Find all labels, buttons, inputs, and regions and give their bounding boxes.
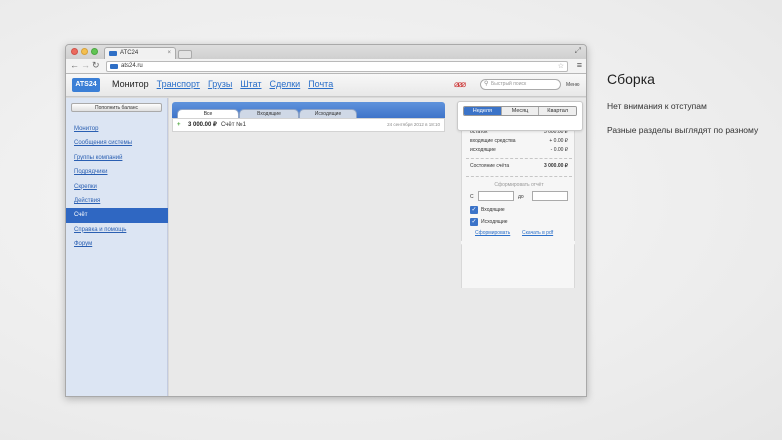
tab-outgoing[interactable]: Исходящие [299,109,357,118]
bookmark-star-icon[interactable]: ☆ [558,62,564,71]
divider [466,158,572,159]
sidebar-item-system-messages[interactable]: Сообщения системы [66,136,168,150]
slide-title: Сборка [607,71,655,87]
sidebar-item-account[interactable]: Счёт [66,208,168,223]
browser-toolbar: ← → ↻ ats24.ru ☆ ≡ [66,59,586,74]
app-menu-button[interactable]: Меню [566,82,580,88]
incoming-checkbox-label: Входящие [481,207,505,213]
transactions-tabs: Все Входящие Исходящие [172,102,445,118]
period-selector: Неделя Месяц Квартал [463,106,577,116]
generate-report-link[interactable]: Сформировать [475,230,510,236]
tab-all[interactable]: Все [177,109,239,118]
browser-tab[interactable]: ATC24 × [104,47,176,59]
sidebar-item-forum[interactable]: Форум [66,237,168,251]
nav-cargo[interactable]: Грузы [208,79,232,89]
balance-row: Состояние счёта 3 000.00 ₽ [470,163,568,169]
period-quarter[interactable]: Квартал [538,107,576,115]
date-to-label: до [518,194,524,200]
app-header: ATS24 Монитор Транспорт Грузы Штат Сделк… [66,74,586,97]
address-bar[interactable]: ats24.ru ☆ [106,61,568,72]
top-navigation: Монитор Транспорт Грузы Штат Сделки Почт… [112,79,333,89]
nav-transport[interactable]: Транспорт [157,79,200,89]
sidebar-item-monitor[interactable]: Монитор [66,122,168,136]
sidebar-item-help[interactable]: Справка и помощь [66,223,168,237]
tab-incoming[interactable]: Входящие [239,109,299,118]
sidebar-item-contractors[interactable]: Подрядчики [66,165,168,179]
address-url: ats24.ru [121,63,143,69]
forward-arrow-icon[interactable]: → [81,60,90,70]
download-pdf-link[interactable]: Скачать в pdf [522,230,553,236]
paperclip-icon[interactable]: ⌀⌀⌀ [454,79,466,90]
balance-value: 3 000.00 ₽ [543,163,568,169]
divider [466,176,572,177]
close-window-button[interactable] [71,48,78,55]
favicon-icon [109,51,117,56]
period-month[interactable]: Месяц [500,107,539,115]
torn-edge [461,241,575,246]
transaction-date: 24 сентября 2012 в 18:10 [387,122,440,127]
summary-label: исходящие [470,147,496,153]
nav-monitor[interactable]: Монитор [112,79,149,89]
tab-close-icon[interactable]: × [167,48,171,59]
date-to-input[interactable] [532,191,568,201]
reload-icon[interactable]: ↻ [92,60,100,71]
slide-note-spacing: Нет внимания к отступам [607,101,707,111]
nav-deals[interactable]: Сделки [270,79,301,89]
outgoing-checkbox-label: Исходящие [481,219,508,225]
sidebar-list: Монитор Сообщения системы Группы компани… [66,122,168,252]
search-icon: ⚲ [484,81,489,87]
nav-mail[interactable]: Почта [308,79,333,89]
app-logo[interactable]: ATS24 [72,78,100,92]
report-label: Сформировать отчёт [494,182,544,188]
income-sign: + [177,122,181,128]
summary-row: входящие средства + 0.00 ₽ [470,138,568,144]
sidebar-item-company-groups[interactable]: Группы компаний [66,151,168,165]
transaction-row[interactable]: + 3 000.00 ₽ Счёт №1 24 сентября 2012 в … [172,118,445,132]
new-tab-button[interactable] [178,50,192,59]
maximize-window-button[interactable] [91,48,98,55]
browser-titlebar: ATC24 × ⤢ [66,45,586,59]
transaction-amount: 3 000.00 ₽ [188,122,217,128]
search-input[interactable]: ⚲ Быстрый поиск [480,79,561,90]
account-summary-panel: остаток 3 000.00 ₽ входящие средства + 0… [461,118,575,288]
browser-window: ATC24 × ⤢ ← → ↻ ats24.ru ☆ ≡ ATS24 Монит… [65,44,587,397]
summary-value: + 0.00 ₽ [549,138,568,144]
sidebar-item-clips[interactable]: Скрепки [66,180,168,194]
period-week[interactable]: Неделя [464,107,501,115]
date-from-input[interactable] [478,191,514,201]
search-placeholder: Быстрый поиск [491,81,527,87]
minimize-window-button[interactable] [81,48,88,55]
summary-label: входящие средства [470,138,516,144]
transaction-description: Счёт №1 [221,122,246,128]
incoming-checkbox[interactable]: ✓ [470,206,478,214]
summary-value: - 0.00 ₽ [550,147,568,153]
browser-menu-icon[interactable]: ≡ [577,60,582,70]
nav-staff[interactable]: Штат [240,79,261,89]
balance-label: Состояние счёта [470,163,510,169]
summary-row: исходящие - 0.00 ₽ [470,147,568,153]
site-icon [110,64,118,69]
period-widget: Неделя Месяц Квартал [457,101,583,131]
sidebar: Пополнить баланс Монитор Сообщения систе… [66,98,168,396]
browser-tab-title: ATC24 [120,50,139,56]
outgoing-checkbox[interactable]: ✓ [470,218,478,226]
topup-balance-button[interactable]: Пополнить баланс [71,103,162,112]
fullscreen-icon[interactable]: ⤢ [575,46,581,56]
slide-note-sections: Разные разделы выглядят по разному [607,125,759,135]
sidebar-item-actions[interactable]: Действия [66,194,168,208]
back-arrow-icon[interactable]: ← [70,60,79,70]
date-from-label: С [470,194,474,200]
